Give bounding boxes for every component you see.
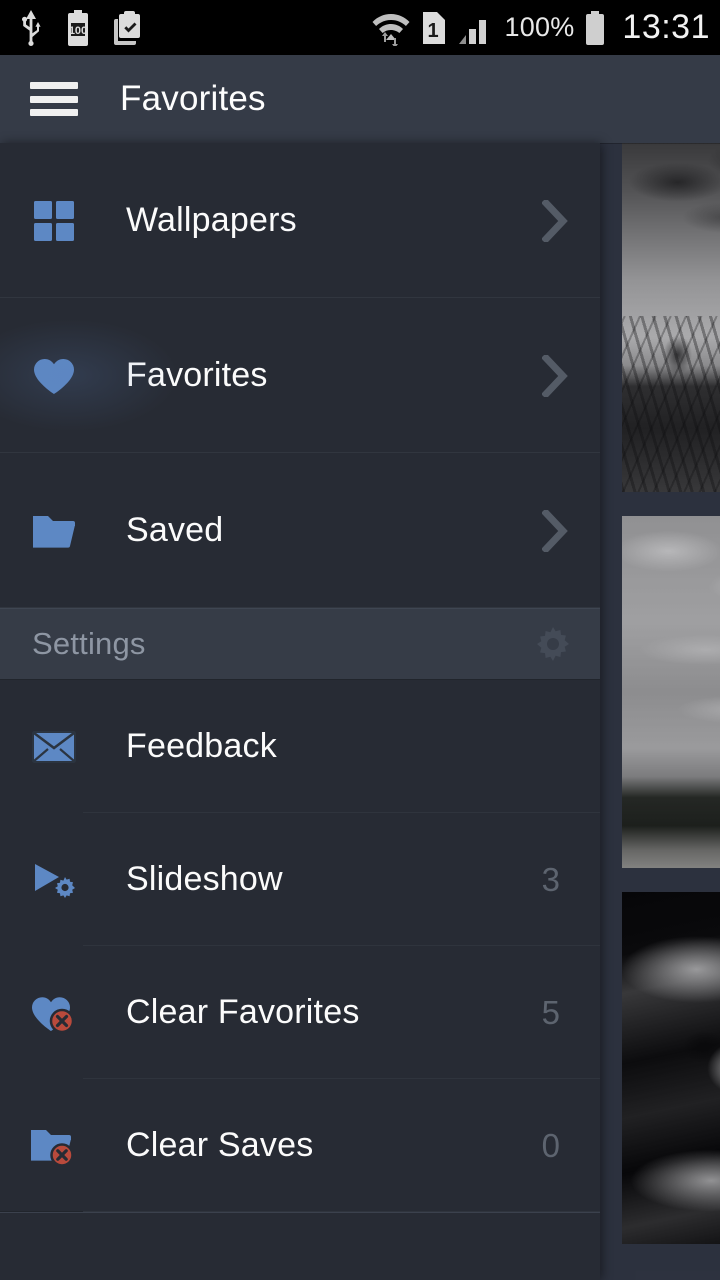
navigation-drawer: Wallpapers Favorites Saved Settings Feed…	[0, 143, 600, 1280]
drawer-item-favorites[interactable]: Favorites	[0, 298, 600, 453]
app-bar: Favorites	[0, 55, 720, 143]
chevron-right-icon	[542, 509, 568, 552]
drawer-item-label: Slideshow	[126, 860, 283, 898]
section-header-settings[interactable]: Settings	[0, 608, 600, 680]
drawer-item-label: Wallpapers	[126, 201, 297, 239]
drawer-item-value: 5	[541, 993, 560, 1031]
folder-icon	[22, 511, 86, 551]
drawer-item-slideshow[interactable]: Slideshow 3	[0, 813, 600, 946]
page-title: Favorites	[120, 79, 266, 118]
wifi-transfer-icon	[372, 13, 410, 46]
envelope-icon	[22, 730, 86, 763]
chevron-right-icon	[542, 354, 568, 397]
heart-icon	[22, 354, 86, 398]
heart-remove-icon	[22, 991, 86, 1035]
drawer-item-label: Favorites	[126, 356, 268, 394]
battery-100-icon: 100	[68, 9, 88, 46]
status-bar-left-icons: 100	[18, 9, 142, 46]
clock-label: 13:31	[622, 8, 710, 46]
drawer-item-label: Clear Favorites	[126, 993, 360, 1031]
drawer-item-label: Feedback	[126, 727, 277, 765]
drawer-item-clear-saves[interactable]: Clear Saves 0	[0, 1079, 600, 1212]
sim-1-icon: 1	[422, 11, 445, 44]
usb-icon	[22, 9, 41, 46]
drawer-item-label: R	[126, 1276, 600, 1279]
clipboard-check-icon	[114, 10, 140, 45]
drawer-item-feedback[interactable]: Feedback	[0, 680, 600, 813]
drawer-item-label: Clear Saves	[126, 1126, 314, 1164]
battery-icon	[586, 10, 605, 45]
folder-remove-icon	[22, 1125, 86, 1167]
drawer-item-value: 3	[541, 860, 560, 898]
drawer-item-clear-favorites[interactable]: Clear Favorites 5	[0, 946, 600, 1079]
signal-bars-icon	[458, 19, 486, 44]
partial-item-icon	[22, 1273, 86, 1279]
phone-screen: 100 1 100% 13:31 Favorites Wallpapers Fa…	[0, 0, 720, 1280]
drawer-item-label: Saved	[126, 511, 224, 549]
drawer-item-value: 0	[541, 1126, 560, 1164]
status-bar: 100 1 100% 13:31	[0, 0, 720, 55]
hamburger-menu-icon[interactable]	[30, 82, 78, 116]
status-bar-right-icons: 1 100% 13:31	[371, 8, 710, 47]
chevron-right-icon	[542, 199, 568, 242]
grid-icon	[22, 199, 86, 243]
drawer-item-partial[interactable]: R	[0, 1213, 600, 1279]
svg-text:1: 1	[427, 20, 438, 42]
gear-icon	[536, 627, 570, 661]
play-settings-icon	[22, 861, 86, 899]
svg-text:100: 100	[69, 25, 87, 37]
drawer-item-saved[interactable]: Saved	[0, 453, 600, 608]
divider	[83, 1211, 600, 1212]
drawer-item-wallpapers[interactable]: Wallpapers	[0, 143, 600, 298]
section-header-label: Settings	[32, 626, 146, 661]
battery-percent-label: 100%	[504, 12, 575, 42]
